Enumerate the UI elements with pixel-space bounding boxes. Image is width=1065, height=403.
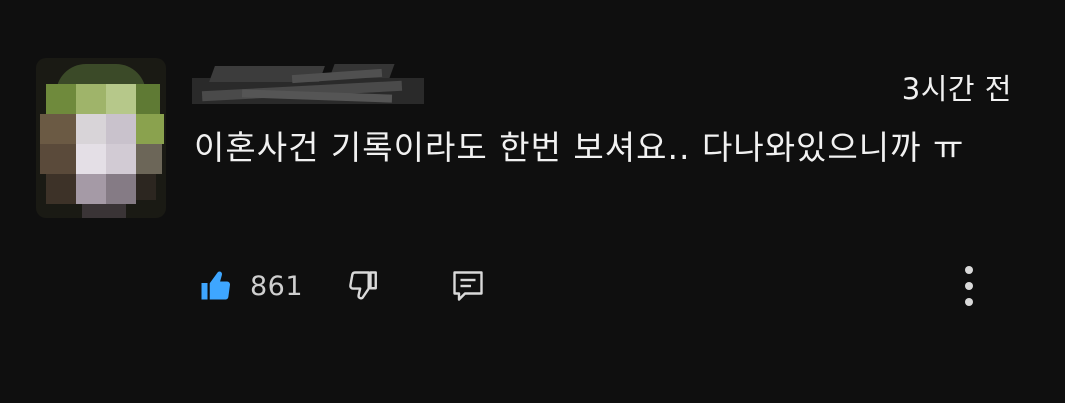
like-count: 861 — [250, 270, 304, 302]
avatar[interactable] — [36, 58, 166, 218]
dislike-button[interactable] — [344, 264, 382, 308]
thumbs-up-filled-icon — [196, 268, 234, 304]
author-name[interactable] — [192, 62, 424, 108]
reply-button[interactable] — [450, 264, 486, 308]
comment-item: 3시간 전 이혼사건 기록이라도 한번 보셔요.. 다나와있으니까 ㅠ 861 — [0, 0, 1065, 403]
reply-comment-icon — [450, 267, 486, 305]
more-options-button[interactable] — [954, 264, 984, 308]
comment-text: 이혼사건 기록이라도 한번 보셔요.. 다나와있으니까 ㅠ — [194, 128, 965, 167]
more-vertical-icon — [963, 264, 975, 308]
comment-actions: 861 — [196, 264, 1026, 308]
comment-timestamp: 3시간 전 — [901, 72, 1012, 106]
like-button[interactable]: 861 — [196, 264, 303, 308]
thumbs-down-outline-icon — [344, 268, 382, 304]
